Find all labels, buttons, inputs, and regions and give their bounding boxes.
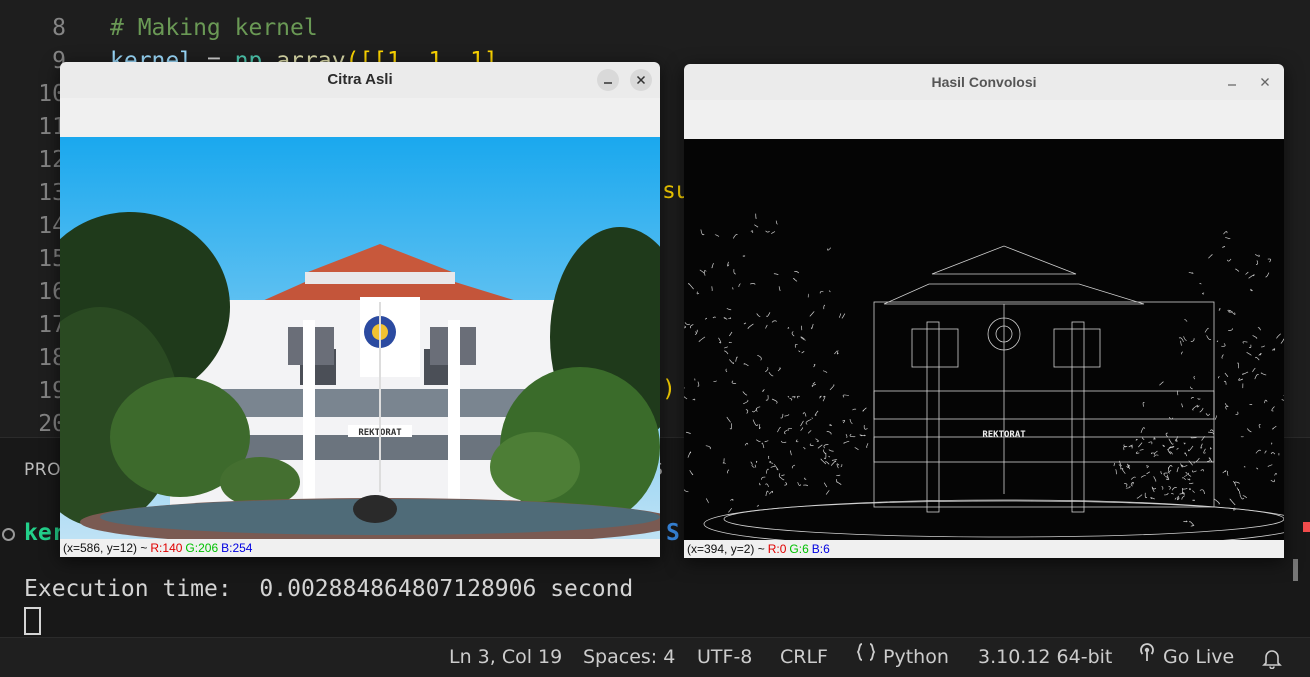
window-toolbar (684, 100, 1284, 139)
window-title[interactable]: Citra Asli (60, 62, 660, 98)
pixel-status-bar: (x=586, y=12) ~R:140G:206B:254 (60, 539, 660, 557)
close-button[interactable] (630, 69, 652, 91)
window-title[interactable]: Hasil Convolosi (684, 64, 1284, 100)
close-icon (630, 69, 652, 91)
terminal-scrollbar[interactable] (1293, 559, 1298, 581)
window-toolbar (60, 98, 660, 137)
line-endings[interactable]: CRLF (780, 638, 828, 677)
language-label: Python (883, 646, 949, 668)
line-number: 17 (0, 309, 66, 342)
line-code: # Making kernel (110, 12, 318, 45)
pixel-b: B:254 (221, 541, 252, 555)
code-line[interactable]: 8 # Making kernel (0, 12, 1310, 45)
minimize-icon (1221, 71, 1243, 93)
go-live-button[interactable]: Go Live (1137, 638, 1234, 677)
pixel-status-bar: (x=394, y=2) ~R:0G:6 B:6 (684, 540, 1284, 558)
notifications-button[interactable] (1261, 638, 1283, 677)
edge-stroke (756, 461, 757, 463)
pixel-coords: (x=586, y=12) ~ (63, 541, 147, 555)
pixel-b: B:6 (812, 542, 830, 556)
minimize-button[interactable] (597, 69, 619, 91)
terminal-prompt-fragment: S (666, 520, 680, 546)
line-number: 15 (0, 243, 66, 276)
broadcast-icon (1137, 638, 1157, 677)
code-token: # Making kernel (110, 15, 318, 41)
convolution-result-image[interactable]: REKTORAT (684, 139, 1284, 540)
line-number: 11 (0, 111, 66, 144)
terminal-status-dot-icon (2, 528, 15, 541)
building-sign: REKTORAT (982, 430, 1026, 440)
terminal-output: Execution time: 0.002884864807128906 sec… (24, 576, 633, 602)
pixel-g: G:206 (185, 541, 218, 555)
braces-icon (855, 638, 877, 677)
status-bar: Ln 3, Col 19 Spaces: 4 UTF-8 CRLF Python… (0, 637, 1310, 677)
python-interpreter[interactable]: 3.10.12 64-bit (978, 638, 1112, 677)
go-live-label: Go Live (1163, 646, 1234, 668)
original-image[interactable]: REKTORAT (60, 137, 660, 539)
minimize-button[interactable] (1221, 71, 1243, 93)
pixel-r: R:0 (768, 542, 787, 556)
line-number: 9 (0, 45, 66, 78)
bell-icon (1261, 646, 1283, 668)
line-number: 8 (0, 12, 66, 45)
error-marker (1303, 522, 1310, 532)
cursor-position[interactable]: Ln 3, Col 19 (449, 638, 562, 677)
indentation[interactable]: Spaces: 4 (583, 638, 675, 677)
language-mode[interactable]: Python (855, 638, 949, 677)
pixel-coords: (x=394, y=2) ~ (687, 542, 765, 556)
line-number: 10 (0, 78, 66, 111)
pixel-g: G:6 (789, 542, 808, 556)
close-button[interactable] (1254, 71, 1276, 93)
window-result-image[interactable]: Hasil Convolosi (684, 64, 1284, 558)
tab-problems[interactable]: PRO (24, 460, 61, 480)
close-icon (1254, 71, 1276, 93)
window-original-image[interactable]: Citra Asli (60, 62, 660, 557)
peek-paren: ) (662, 373, 676, 406)
pixel-r: R:140 (150, 541, 182, 555)
encoding[interactable]: UTF-8 (697, 638, 752, 677)
line-number: 16 (0, 276, 66, 309)
minimize-icon (597, 69, 619, 91)
terminal-cursor (24, 607, 41, 635)
